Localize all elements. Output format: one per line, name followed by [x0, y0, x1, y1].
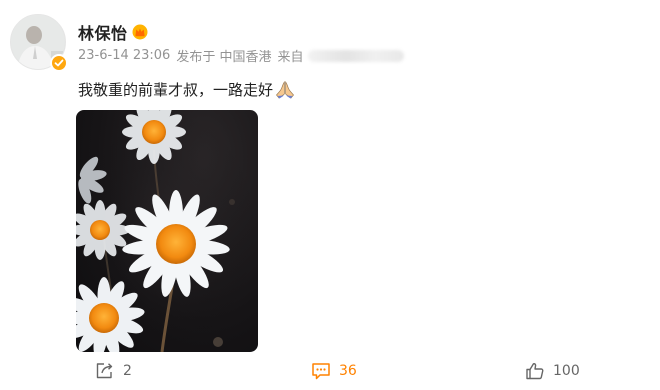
- verified-badge-icon: [50, 54, 68, 72]
- repost-button[interactable]: 2: [95, 362, 132, 380]
- like-button[interactable]: 100: [525, 362, 580, 380]
- post-text: 我敬重的前輩才叔，一路走好: [78, 81, 274, 99]
- post-text-row: 我敬重的前輩才叔，一路走好: [78, 79, 295, 100]
- comment-count: 36: [339, 363, 357, 379]
- user-avatar[interactable]: [10, 14, 68, 72]
- daisy-flowers-image: [76, 110, 258, 352]
- post-image-daisies[interactable]: [76, 110, 258, 352]
- comment-button[interactable]: 36: [311, 362, 357, 380]
- post-location: 发布于 中国香港: [176, 50, 272, 65]
- post-meta: 23-6-14 23:06 发布于 中国香港 来自: [78, 46, 410, 65]
- username-row: 林保怡: [78, 20, 148, 44]
- post-timestamp[interactable]: 23-6-14 23:06: [78, 48, 170, 63]
- comment-icon: [312, 363, 330, 380]
- repost-count: 2: [123, 363, 132, 379]
- praying-hands-emoji: [276, 80, 294, 98]
- blurred-source: [307, 49, 404, 62]
- repost-icon: [96, 363, 113, 379]
- crown-vip-icon[interactable]: [132, 24, 148, 40]
- like-icon: [526, 363, 544, 380]
- post-source-label: 来自: [277, 50, 304, 65]
- username[interactable]: 林保怡: [78, 20, 128, 44]
- like-count: 100: [553, 363, 580, 379]
- action-bar: 2 36 100: [0, 362, 660, 386]
